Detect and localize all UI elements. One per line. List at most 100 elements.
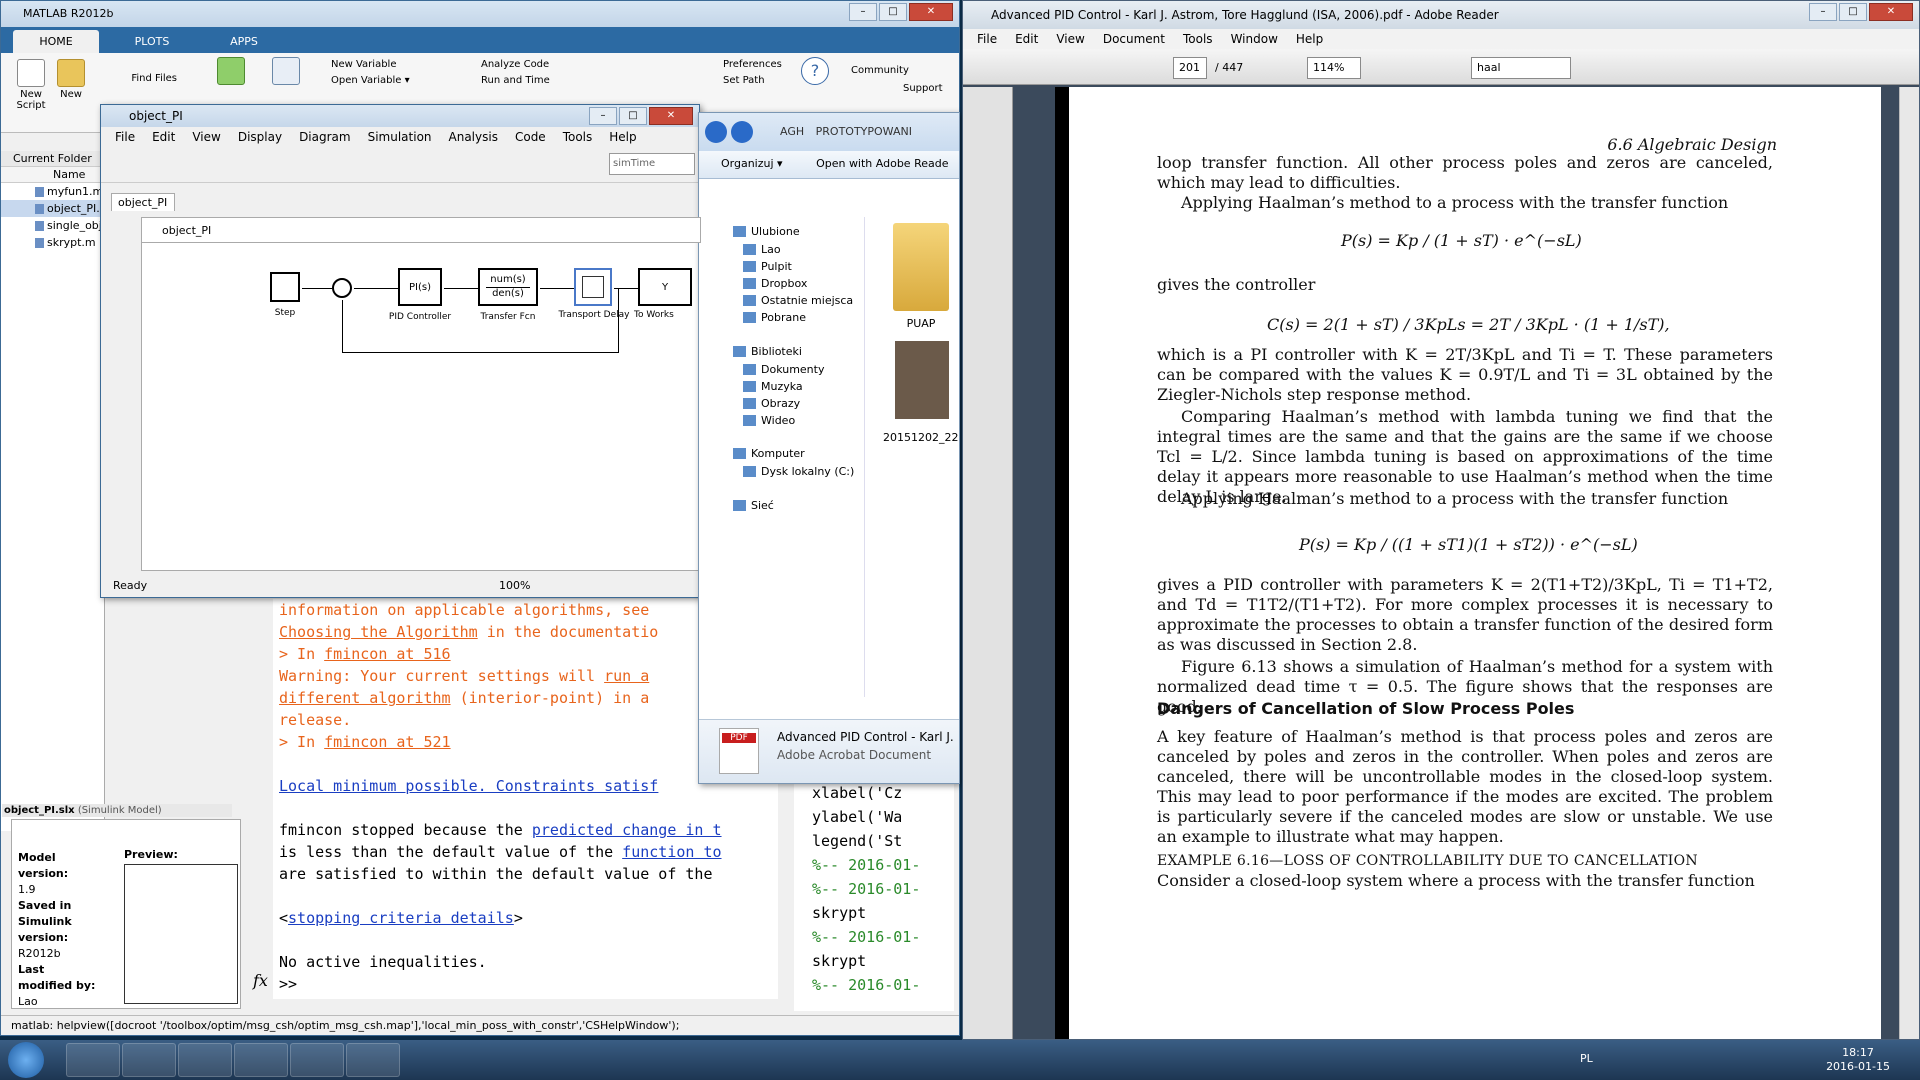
history-item[interactable]: %-- 2016-01- [812,925,954,949]
menu-item[interactable]: Document [1103,32,1165,49]
find-input[interactable]: haal [1471,57,1571,79]
simulink-titlebar[interactable]: object_PI – □ ✕ [101,105,699,127]
organize-button[interactable]: Organizuj [721,157,774,170]
new-script-button[interactable]: New Script [13,59,49,111]
path-segment[interactable]: PROTOTYPOWANI [816,125,912,138]
minimize-button[interactable]: – [589,107,617,125]
nav-item[interactable]: Obrazy [742,397,800,410]
history-item[interactable]: skrypt [812,949,954,973]
explorer-taskbar-icon[interactable] [66,1043,120,1077]
set-path-button[interactable]: Set Path [723,75,765,86]
tab-plots[interactable]: PLOTS [109,30,195,53]
analyze-code-button[interactable]: Analyze Code [481,59,549,70]
adobe-reader-taskbar-icon[interactable] [346,1043,400,1077]
menu-item[interactable]: Tools [1183,32,1213,49]
help-icon[interactable]: ? [801,57,829,87]
matlab-titlebar[interactable]: MATLAB R2012b – □ ✕ [1,1,959,27]
menu-item[interactable]: View [192,130,220,147]
maximize-button[interactable]: □ [1839,3,1867,21]
pid-block[interactable]: PI(s) [398,268,442,306]
nav-item[interactable]: Lao [743,243,781,256]
nav-item[interactable]: Dysk lokalny (C:) [742,465,854,478]
nav-item[interactable]: Komputer [733,447,805,460]
path-segment[interactable]: AGH [780,125,804,138]
community-button[interactable]: Community [851,65,909,76]
console-link[interactable]: Choosing the Algorithm [279,623,478,641]
back-icon[interactable] [705,121,727,143]
open-variable-button[interactable]: Open Variable ▾ [331,75,410,86]
matlab-taskbar-icon[interactable] [290,1043,344,1077]
menu-item[interactable]: Display [238,130,282,147]
file-item[interactable]: myfun1.m [1,183,104,200]
find-files-button[interactable]: Find Files [101,73,177,84]
minimize-button[interactable]: – [1809,3,1837,21]
nav-item[interactable]: Sieć [733,499,774,512]
sim-time-field[interactable]: simTime [609,153,695,175]
new-variable-button[interactable]: New Variable [331,59,396,70]
file-item[interactable]: single_obj [1,217,104,234]
language-indicator[interactable]: PL [1580,1052,1593,1065]
menu-item[interactable]: View [1056,32,1084,49]
nav-item[interactable]: Ulubione [733,225,800,238]
media-player-taskbar-icon[interactable] [122,1043,176,1077]
zoom-input[interactable]: 114% [1307,57,1361,79]
history-item[interactable]: %-- 2016-01- [812,853,954,877]
console-link[interactable]: Local minimum possible. Constraints sati… [279,777,658,795]
menu-item[interactable]: Help [1296,32,1323,49]
history-item[interactable]: xlabel('Cz [812,781,954,805]
console-link[interactable]: fmincon at 516 [324,645,450,663]
network-taskbar-icon[interactable] [234,1043,288,1077]
menu-item[interactable]: Window [1231,32,1278,49]
menu-item[interactable]: File [977,32,997,49]
nav-item[interactable]: Ostatnie miejsca [742,294,853,307]
name-column-header[interactable]: Name [1,167,104,183]
to-workspace-block[interactable]: Y [638,268,692,306]
folder-icon[interactable] [893,223,949,311]
console-link[interactable]: function to [622,843,721,861]
transfer-fcn-block[interactable]: num(s) den(s) [478,268,538,306]
nav-item[interactable]: Wideo [742,414,795,427]
command-history[interactable]: xlabel('Cz ylabel('Wa legend('St %-- 2016-0… [794,781,954,1011]
maximize-button[interactable]: □ [879,3,907,21]
menu-item[interactable]: File [115,130,135,147]
tab-home[interactable]: HOME [13,30,99,53]
console-link[interactable]: stopping criteria details [288,909,514,927]
transport-delay-block[interactable] [574,268,612,306]
preferences-button[interactable]: Preferences [723,59,782,70]
history-item[interactable]: %-- 2016-01- [812,973,954,997]
support-button[interactable]: Support [903,83,943,94]
history-item[interactable]: ylabel('Wa [812,805,954,829]
console-link[interactable]: different algorithm [279,689,451,707]
close-button[interactable]: ✕ [1869,3,1913,21]
open-with-button[interactable]: Open with Adobe Reade [816,157,948,170]
close-button[interactable]: ✕ [649,107,693,125]
breadcrumb[interactable]: object_PI [162,224,211,237]
history-item[interactable]: %-- 2016-01- [812,877,954,901]
file-item[interactable]: skrypt.m [1,234,104,251]
start-button[interactable] [8,1042,44,1078]
file-item[interactable]: object_PI.slx [1,200,115,217]
workspace-icon[interactable] [271,57,301,87]
menu-item[interactable]: Simulation [368,130,432,147]
history-item[interactable]: skrypt [812,901,954,925]
menu-item[interactable]: Edit [1015,32,1038,49]
clock[interactable]: 18:17 2016-01-15 [1826,1046,1890,1074]
nav-item[interactable]: Muzyka [743,380,803,393]
close-button[interactable]: ✕ [909,3,953,21]
minimize-button[interactable]: – [849,3,877,21]
import-icon[interactable] [216,57,246,87]
menu-item[interactable]: Help [609,130,636,147]
chrome-taskbar-icon[interactable] [178,1043,232,1077]
nav-item[interactable]: Biblioteki [733,345,802,358]
menu-item[interactable]: Edit [152,130,175,147]
new-button[interactable]: New [53,59,89,100]
model-canvas[interactable]: Step PI(s) PID Controller num(s) den(s) … [141,217,701,571]
tab-object-pi[interactable]: object_PI [111,193,175,211]
nav-item[interactable]: Dropbox [742,277,807,290]
forward-icon[interactable] [730,121,753,143]
console-link[interactable]: fmincon at 521 [324,733,450,751]
nav-item[interactable]: Pobrane [743,311,806,324]
page-number-input[interactable]: 201 [1173,57,1207,79]
run-and-time-button[interactable]: Run and Time [481,75,550,86]
console-link[interactable]: predicted change in t [532,821,722,839]
